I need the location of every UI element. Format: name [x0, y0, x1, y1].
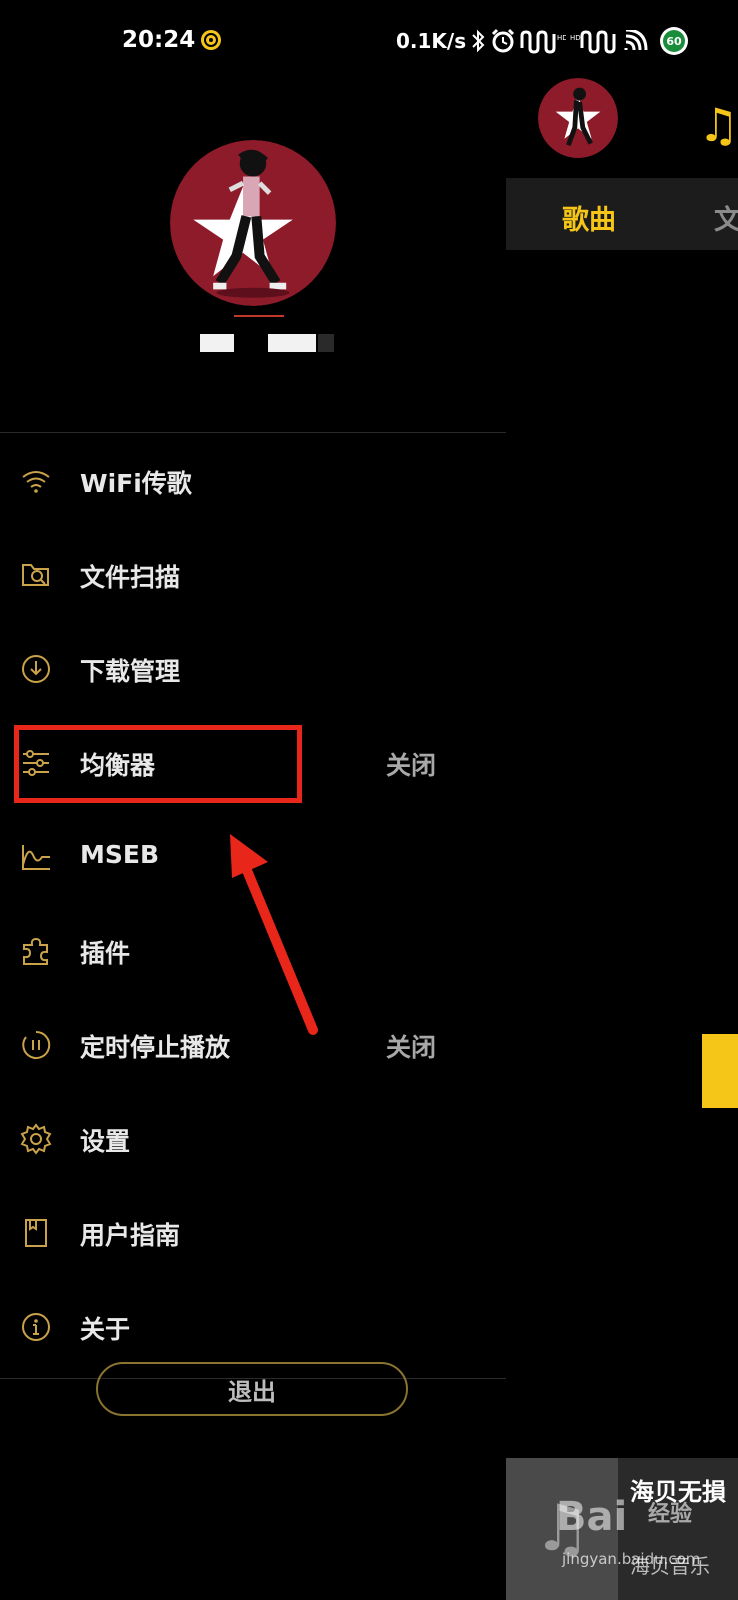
signal-hd-icon: HD [520, 30, 566, 54]
menu-label: 插件 [80, 939, 131, 968]
waveform-icon [22, 845, 50, 870]
svg-text:HD: HD [557, 34, 566, 42]
menu-label: 文件扫描 [80, 563, 181, 592]
folder-search-icon [22, 564, 49, 586]
username[interactable]: ██ ███ [200, 334, 340, 352]
annotation-highlight-box [14, 725, 302, 803]
battery-level: 60 [663, 30, 685, 52]
music-note-icon[interactable]: ♫ [698, 102, 738, 148]
status-bar: 20:24 0.1K/s HD HD 60 [0, 0, 738, 84]
puzzle-icon [23, 937, 48, 965]
notification-app-icon [201, 30, 221, 50]
tab-songs[interactable]: 歌曲 [562, 198, 616, 237]
wifi-icon [22, 471, 50, 493]
menu-item-mseb[interactable]: MSEB [0, 810, 506, 904]
avatar-underline [234, 315, 284, 317]
tab-next[interactable]: 文 [714, 198, 738, 237]
menu-label: 下载管理 [80, 657, 181, 686]
network-speed: 0.1K/s [396, 29, 467, 53]
menu-item-wifi[interactable]: WiFi传歌 [0, 434, 506, 528]
wifi-icon [624, 30, 648, 51]
menu-item-plugins[interactable]: 插件 [0, 904, 506, 998]
baidu-watermark: Bai 经验 jingyan.baidu.com [556, 1480, 736, 1590]
menu-value: 关闭 [386, 1033, 437, 1062]
menu-label: WiFi传歌 [80, 469, 192, 498]
status-time: 20:24 [122, 27, 196, 53]
watermark-logo: Bai [556, 1494, 628, 1540]
download-icon [22, 655, 50, 683]
status-icons: HD HD 60 [470, 26, 688, 56]
gear-icon [20, 1123, 52, 1155]
index-scroll-handle[interactable] [702, 1034, 738, 1108]
alarm-icon [491, 28, 515, 53]
menu-value: 关闭 [386, 751, 437, 780]
menu-label: 设置 [80, 1127, 131, 1156]
menu-label: 用户指南 [80, 1221, 181, 1250]
timer-pause-icon [22, 1030, 51, 1059]
main-screen-peek[interactable]: ♫ 歌曲 文 ♫ 海贝无損 海贝音乐 [506, 78, 738, 1600]
menu-label: 关于 [80, 1315, 131, 1344]
logout-button[interactable]: 退出 [96, 1362, 408, 1416]
book-icon [25, 1219, 47, 1247]
battery-indicator: 60 [660, 27, 688, 55]
info-icon [22, 1313, 50, 1341]
divider-top [0, 432, 506, 433]
menu-item-settings[interactable]: 设置 [0, 1092, 506, 1186]
svg-text:HD: HD [570, 34, 581, 42]
main-tab-bar: 歌曲 文 [506, 178, 738, 250]
menu-item-sleep-timer[interactable]: 定时停止播放 关闭 [0, 998, 506, 1092]
menu-item-file-scan[interactable]: 文件扫描 [0, 528, 506, 622]
signal-hd-icon: HD [570, 30, 616, 54]
menu-item-about[interactable]: 关于 [0, 1280, 506, 1374]
menu-label: MSEB [80, 840, 160, 869]
user-avatar[interactable] [170, 140, 336, 306]
menu-label: 定时停止播放 [80, 1033, 231, 1062]
watermark-url: jingyan.baidu.com [562, 1550, 701, 1568]
menu-item-download[interactable]: 下载管理 [0, 622, 506, 716]
watermark-jingyan: 经验 [648, 1502, 693, 1527]
bluetooth-icon [472, 29, 485, 53]
main-avatar[interactable] [538, 78, 618, 158]
menu-item-user-guide[interactable]: 用户指南 [0, 1186, 506, 1280]
